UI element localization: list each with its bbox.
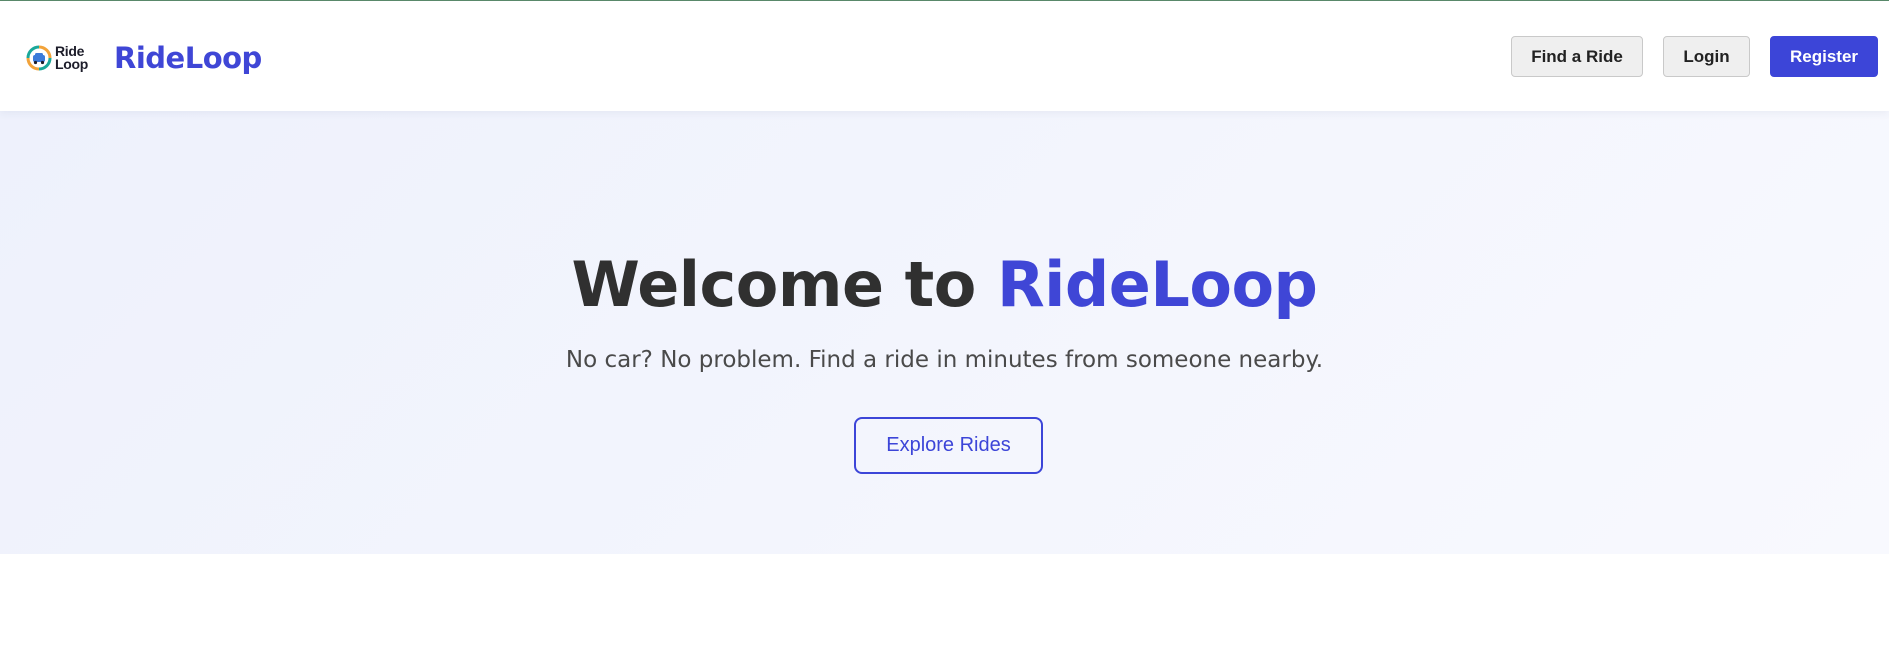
login-button[interactable]: Login	[1663, 36, 1750, 77]
explore-rides-button[interactable]: Explore Rides	[854, 417, 1043, 474]
hero-subtitle: No car? No problem. Find a ride in minut…	[565, 347, 1324, 373]
brand-name[interactable]: RideLoop	[114, 41, 262, 75]
logo: Ride Loop	[26, 44, 89, 72]
register-button[interactable]: Register	[1770, 36, 1878, 77]
brand[interactable]: Ride Loop RideLoop	[26, 41, 262, 75]
hero-section: Welcome to RideLoop No car? No problem. …	[0, 111, 1889, 554]
nav-actions: Find a Ride Login Register	[1511, 36, 1878, 77]
hero-title: Welcome to RideLoop	[0, 249, 1889, 321]
logo-line-2: Loop	[55, 56, 89, 72]
navbar: Ride Loop RideLoop Find a Ride Login Reg…	[0, 1, 1889, 111]
logo-wordmark: Ride Loop	[55, 44, 89, 72]
find-a-ride-button[interactable]: Find a Ride	[1511, 36, 1643, 77]
hero-title-prefix: Welcome to	[571, 248, 997, 321]
hero-title-accent: RideLoop	[996, 248, 1318, 321]
car-loop-logo-icon	[26, 45, 52, 71]
